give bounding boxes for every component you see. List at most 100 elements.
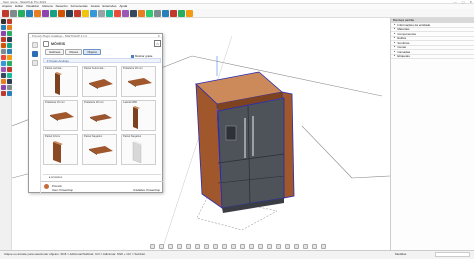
part-card-label: Painel 10mm [45,135,61,138]
toolbar-tool-icon[interactable] [106,9,113,17]
toolbar-tool-icon[interactable] [98,9,105,17]
tool-icon[interactable] [1,37,6,42]
default-tray: Bandeja padrão ▸ Informações da entidade ▸… [390,18,474,250]
tool-icon[interactable] [1,25,6,30]
toolbar-tool-icon[interactable] [50,9,57,17]
avatar[interactable] [44,184,49,189]
tool-icon[interactable] [1,19,6,24]
tool-icon[interactable] [1,43,6,48]
left-tool-palette [0,18,12,250]
tray-tool-icon[interactable] [267,243,272,249]
section-header[interactable]: ▾ Peças Avulsas [43,58,161,63]
toolbar-tool-icon[interactable] [130,9,137,17]
part-card[interactable]: Painel Negativo [121,134,156,165]
toolbar-tool-icon[interactable] [42,9,49,17]
part-thumbnail [50,112,74,121]
part-thumbnail [53,141,63,163]
tray-tool-icon[interactable] [285,243,290,249]
toolbar-tool-icon[interactable] [74,9,81,17]
toolbar-tool-icon[interactable] [162,9,169,17]
toolbar-tool-icon[interactable] [82,9,89,17]
tool-icon[interactable] [1,49,6,54]
cabinet-icon [43,41,49,47]
tray-tool-icon[interactable] [321,243,326,249]
tray-tool-icon[interactable] [276,243,281,249]
part-thumbnail [89,79,113,89]
water-dispenser [225,125,237,141]
toolbar-tool-icon[interactable] [58,9,65,17]
dialog-footer: Promob User: Powerdrop Unidades: Powerdr… [41,181,163,193]
part-card[interactable]: Prateleira 18 mm [121,66,156,97]
toolbar-tool-icon[interactable] [154,9,161,17]
toolbar-tool-icon[interactable] [178,9,185,17]
category-tabs: Gabinete Móveis Objetos [45,49,101,55]
tray-tool-icon[interactable] [231,243,236,249]
tray-panel[interactable]: ▸ Etiquetas [391,54,474,59]
tool-icon[interactable] [1,91,6,96]
tray-tool-icon[interactable] [312,243,317,249]
dialog-title: Promob Plugin Catálogo - SKETCHUP 2.1.0 [29,34,162,38]
part-thumbnail [128,78,152,87]
tool-icon[interactable] [1,31,6,36]
part-card[interactable]: Painel 10mm [43,134,78,165]
home-button[interactable]: ⌂ [154,40,161,47]
tool-icon[interactable] [1,67,6,72]
tray-tool-icon[interactable] [159,243,164,249]
tool-icon[interactable] [1,79,6,84]
toolbar-tool-icon[interactable] [2,9,9,17]
dialog-close-button[interactable]: ✕ [157,34,160,38]
tray-tool-icon[interactable] [294,243,299,249]
toolbar-tool-icon[interactable] [10,9,17,17]
chevron-right-icon: ▸ [394,54,396,57]
toolbar-tool-icon[interactable] [66,9,73,17]
part-card[interactable]: Prateleira 18 mm [82,100,117,131]
part-thumbnail [133,106,140,129]
part-card[interactable]: Painel vertical... [43,66,78,97]
part-card[interactable]: Painel horizontal... [82,66,117,97]
tray-tool-icon[interactable] [204,243,209,249]
settings-icon[interactable] [31,60,38,66]
tray-tool-icon[interactable] [303,243,308,249]
toolbar-tool-icon[interactable] [170,9,177,17]
part-card[interactable]: Prateleira 15 mm [43,100,78,131]
tray-tool-icon[interactable] [258,243,263,249]
toolbar-tool-icon[interactable] [26,9,33,17]
dialog-sidebar [29,38,41,193]
tool-icon[interactable] [1,73,6,78]
armarios-group[interactable]: ▸ Armários [43,174,161,180]
catalog-icon[interactable] [31,51,38,57]
part-thumbnail [89,146,113,155]
toolbar-tool-icon[interactable] [18,9,25,17]
tab-objetos[interactable]: Objetos [83,49,101,55]
part-card[interactable]: Painel Negativo [82,134,117,165]
tray-tool-icon[interactable] [168,243,173,249]
part-grid: Painel vertical... Painel horizontal... Pr… [43,66,161,165]
part-card[interactable]: Lateral MDF [121,100,156,131]
tray-tool-icon[interactable] [177,243,182,249]
toolbar-tool-icon[interactable] [34,9,41,17]
toolbar-tool-icon[interactable] [90,9,97,17]
tray-tool-icon[interactable] [240,243,245,249]
tray-tool-icon[interactable] [249,243,254,249]
tray-tool-icon[interactable] [195,243,200,249]
toolbar-tool-icon[interactable] [186,9,193,17]
home-icon[interactable] [31,42,38,48]
tab-móveis[interactable]: Móveis [65,49,83,55]
fridge-body [217,97,285,209]
tool-icon[interactable] [1,55,6,60]
toolbar-tool-icon[interactable] [114,9,121,17]
measurements-input[interactable] [435,252,470,257]
section-title: Peças Avulsas [49,59,69,63]
toolbar-tool-icon[interactable] [146,9,153,17]
tray-tool-icon[interactable] [186,243,191,249]
toolbar-tool-icon[interactable] [122,9,129,17]
tray-tool-icon[interactable] [213,243,218,249]
tray-tool-icon[interactable] [222,243,227,249]
tray-tool-icon[interactable] [150,243,155,249]
tab-gabinete[interactable]: Gabinete [45,49,65,55]
status-hint: Clique ou arraste para selecionar objeto… [4,252,146,256]
tool-icon[interactable] [1,85,6,90]
part-card-label: Painel Negativo [84,135,103,138]
toolbar-tool-icon[interactable] [138,9,145,17]
tool-icon[interactable] [1,61,6,66]
